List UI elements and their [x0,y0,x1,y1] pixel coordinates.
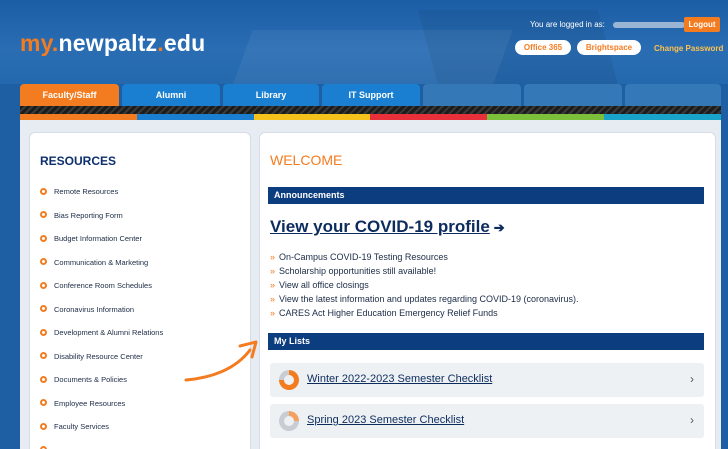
covid-profile-label: View your COVID-19 profile [270,217,490,236]
announcement-label: View all office closings [279,280,369,290]
covid-profile-link[interactable]: View your COVID-19 profile ➔ [270,217,505,237]
resource-label: Conference Room Schedules [54,281,152,290]
announcement-item[interactable]: » Scholarship opportunities still availab… [270,265,436,277]
tab-it-support[interactable]: IT Support [322,84,420,106]
logo-prefix: my. [20,30,59,56]
change-password-link[interactable]: Change Password [654,44,723,53]
my-lists-header: My Lists [268,333,704,350]
logo-suffix: edu [163,30,206,56]
resource-item[interactable]: Remote Resources [40,185,240,199]
bullet-icon [40,187,47,195]
tab-faculty-staff[interactable]: Faculty/Staff [20,84,119,106]
main-tabs: Faculty/Staff Alumni Library IT Support [0,84,728,106]
announcement-label: View the latest information and updates … [279,294,579,304]
bullet-icon [40,328,47,336]
chevron-bullet-icon: » [270,294,276,304]
office365-button[interactable]: Office 365 [515,40,571,55]
resource-label: Remote Resources [54,187,119,196]
bullet-icon [40,211,47,219]
resource-item[interactable]: Budget Information Center [40,232,240,246]
announcement-item[interactable]: » On-Campus COVID-19 Testing Resources [270,251,448,263]
resource-label: Budget Information Center [54,234,142,243]
tab-placeholder [423,84,521,106]
announcement-label: CARES Act Higher Education Emergency Rel… [279,308,498,318]
arrow-right-icon: ➔ [493,220,505,235]
checklist-title: Spring 2023 Semester Checklist [307,414,465,426]
chevron-bullet-icon: » [270,308,276,318]
resource-item[interactable]: Development & Alumni Relations [40,326,240,340]
announcement-item[interactable]: » View the latest information and updates… [270,293,579,305]
chevron-right-icon: › [690,413,694,427]
announcement-label: Scholarship opportunities still availabl… [279,266,437,276]
resource-item[interactable]: Communication & Marketing [40,256,240,270]
resource-item[interactable]: Disability Resource Center [40,350,240,364]
bullet-icon [40,422,47,430]
resource-item[interactable]: Employee Resources [40,397,240,411]
chevron-bullet-icon: » [270,252,276,262]
checklist-title: Winter 2022-2023 Semester Checklist [307,373,493,385]
resource-label: Development & Alumni Relations [54,328,164,337]
welcome-heading: WELCOME [270,152,343,168]
brightspace-button[interactable]: Brightspace [577,40,641,55]
site-logo[interactable]: my.newpaltz.edu [20,30,205,57]
resource-item[interactable]: Conference Room Schedules [40,279,240,293]
tab-placeholder [625,84,721,106]
logged-in-label: You are logged in as: [530,20,605,29]
bullet-icon [40,352,47,360]
tab-library[interactable]: Library [223,84,319,106]
resource-label: Bias Reporting Form [54,210,123,220]
bullet-icon [40,281,47,289]
resource-item[interactable]: Documents & Policies [40,373,240,387]
bullet-icon [40,258,47,266]
resource-label: Disability Resource Center [54,351,143,361]
chevron-bullet-icon: » [270,280,276,290]
progress-ring-icon [279,370,299,390]
logo-main: newpaltz [58,30,158,56]
progress-ring-icon [279,411,299,431]
chevron-right-icon: › [690,372,694,386]
resources-title: RESOURCES [40,154,117,168]
resource-item[interactable]: Coronavirus Information [40,303,240,317]
announcement-item[interactable]: » View all office closings [270,279,369,291]
decorative-stripe [20,106,721,114]
checklist-item[interactable]: Winter 2022-2023 Semester Checklist › [270,363,704,397]
tab-placeholder [524,84,622,106]
announcement-item[interactable]: » CARES Act Higher Education Emergency Re… [270,307,498,319]
chevron-bullet-icon: » [270,266,276,276]
bullet-icon [40,399,47,407]
site-header: my.newpaltz.edu You are logged in as: Lo… [0,0,728,84]
resource-label: Coronavirus Information [54,304,135,314]
resource-label: Faculty Services [54,422,110,431]
redacted-username [613,21,686,28]
logo-dot: . [157,30,164,56]
logout-button[interactable]: Logout [684,17,720,32]
bullet-icon [40,305,47,313]
resource-item-partial[interactable] [40,444,240,449]
checklist-item[interactable]: Spring 2023 Semester Checklist › [270,404,704,438]
resource-label: Communication & Marketing [54,257,149,267]
bullet-icon [40,234,47,242]
announcement-label: On-Campus COVID-19 Testing Resources [279,252,448,262]
resource-label: Documents & Policies [54,375,127,384]
resource-item[interactable]: Bias Reporting Form [40,209,240,223]
tab-alumni[interactable]: Alumni [122,84,220,106]
resource-label: Employee Resources [54,398,126,408]
announcements-header: Announcements [268,187,704,204]
logged-in-status: You are logged in as: [530,20,686,29]
resource-item[interactable]: Faculty Services [40,420,240,434]
bullet-icon [40,375,47,383]
